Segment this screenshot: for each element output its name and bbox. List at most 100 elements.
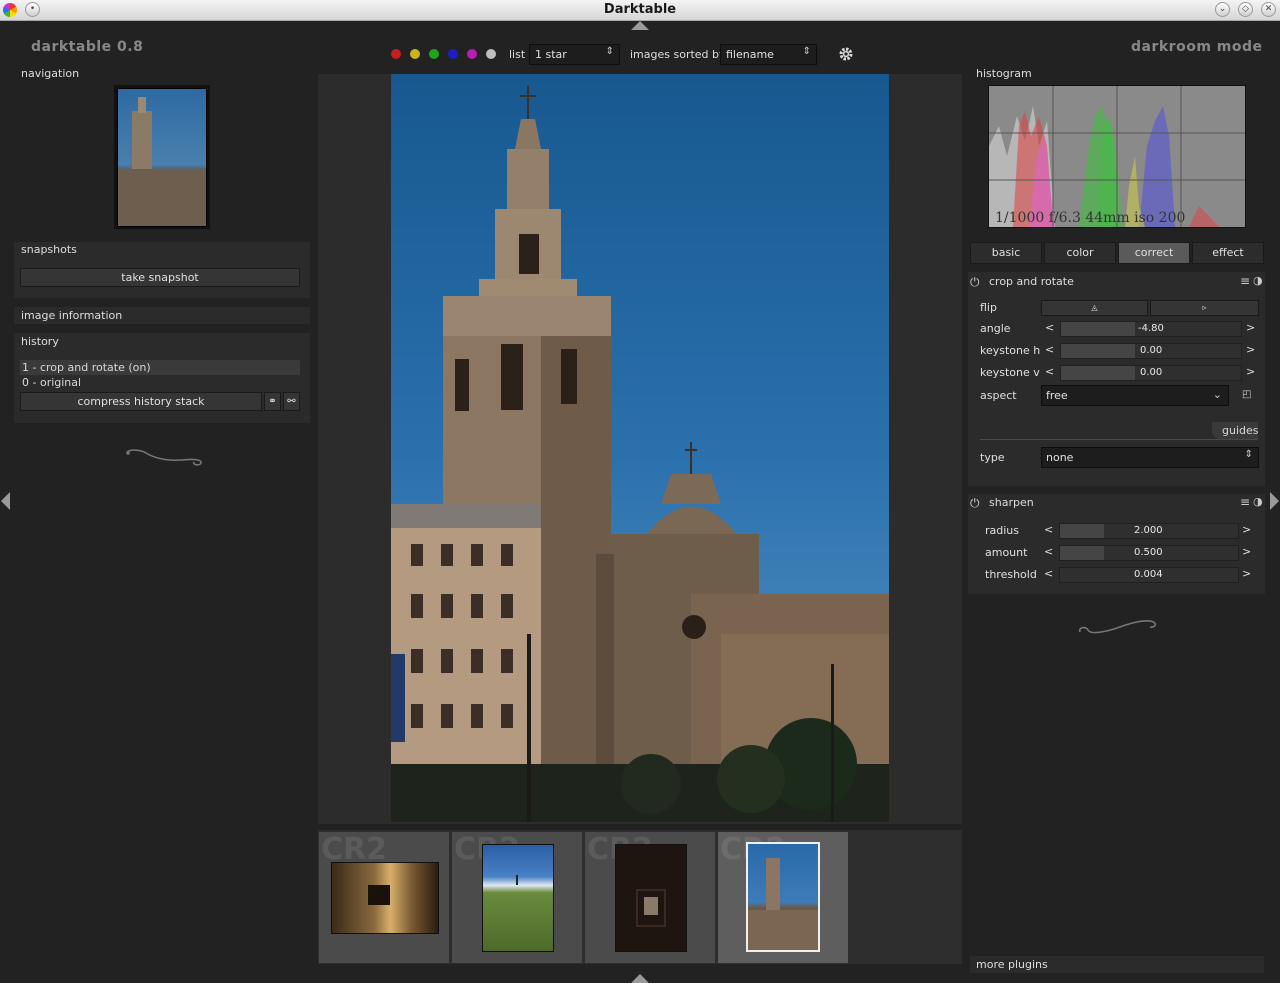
decrease-icon[interactable]: < <box>1045 343 1054 356</box>
presets-icon[interactable]: ≡ <box>1240 274 1250 288</box>
filmstrip-thumbnail[interactable]: CR2 <box>319 832 449 963</box>
decrease-icon[interactable]: < <box>1044 545 1053 558</box>
tab-effect[interactable]: effect <box>1192 242 1264 264</box>
tab-color[interactable]: color <box>1044 242 1116 264</box>
window-title: Darktable <box>603 2 677 17</box>
reset-icon[interactable]: ◑ <box>1253 274 1263 287</box>
history-item[interactable]: 1 - crop and rotate (on) <box>20 360 300 375</box>
list-label: list <box>509 48 526 61</box>
flip-label: flip <box>980 301 997 314</box>
top-panel-toggle-icon[interactable] <box>631 21 649 30</box>
threshold-value: 0.004 <box>1134 569 1163 580</box>
amount-value: 0.500 <box>1134 547 1163 558</box>
bottom-panel-toggle-icon[interactable] <box>631 974 649 983</box>
color-label-yellow[interactable] <box>410 49 420 59</box>
color-label-blue[interactable] <box>448 49 458 59</box>
main-photo[interactable] <box>391 74 889 822</box>
navigation-title: navigation <box>21 67 80 80</box>
increase-icon[interactable]: > <box>1246 321 1255 334</box>
swap-orientation-icon[interactable]: ◰ <box>1242 389 1251 400</box>
panel-end-ornament-icon <box>1076 614 1158 638</box>
amount-label: amount <box>985 546 1028 559</box>
exif-info: 1/1000 f/6.3 44mm iso 200 <box>995 210 1186 226</box>
list-filter-select[interactable]: 1 star ⇕ <box>529 44 620 65</box>
create-style-icon[interactable]: ⚭ <box>264 392 281 411</box>
history-title: history <box>21 335 59 348</box>
sharpen-title[interactable]: sharpen <box>989 496 1034 509</box>
threshold-label: threshold <box>985 568 1037 581</box>
tab-correct[interactable]: correct <box>1118 242 1190 264</box>
guide-type-select[interactable]: none ⇕ <box>1041 447 1259 468</box>
guides-label: guides <box>1222 424 1259 437</box>
close-icon[interactable]: ✕ <box>1261 2 1276 17</box>
color-label-magenta[interactable] <box>467 49 477 59</box>
increase-icon[interactable]: > <box>1242 567 1251 580</box>
tab-basic[interactable]: basic <box>970 242 1042 264</box>
left-panel-toggle-icon[interactable] <box>1 492 10 510</box>
radius-label: radius <box>985 524 1020 537</box>
increase-icon[interactable]: > <box>1246 365 1255 378</box>
reset-icon[interactable]: ◑ <box>1253 495 1263 508</box>
decrease-icon[interactable]: < <box>1045 321 1054 334</box>
increase-icon[interactable]: > <box>1242 545 1251 558</box>
snapshots-title: snapshots <box>21 243 77 256</box>
sorted-by-label: images sorted by <box>630 48 726 61</box>
angle-value: -4.80 <box>1138 323 1164 334</box>
history-item-label: 1 - crop and rotate (on) <box>22 361 151 374</box>
updown-icon: ⇕ <box>1244 449 1253 460</box>
list-filter-value: 1 star <box>535 48 567 61</box>
type-label: type <box>980 451 1005 464</box>
more-plugins-label[interactable]: more plugins <box>976 958 1048 971</box>
decrease-icon[interactable]: < <box>1045 365 1054 378</box>
right-panel-toggle-icon[interactable] <box>1270 492 1279 510</box>
history-item-label: 0 - original <box>22 376 82 389</box>
window-title-bar: • Darktable ⌄ ◇ ✕ <box>0 0 1280 21</box>
minimize-icon[interactable]: ⌄ <box>1215 2 1230 17</box>
take-snapshot-button[interactable]: take snapshot <box>20 268 300 287</box>
flip-horizontal-icon[interactable]: ◬ <box>1041 300 1148 316</box>
guide-type-value: none <box>1046 451 1074 464</box>
histogram[interactable]: 1/1000 f/6.3 44mm iso 200 <box>988 85 1246 228</box>
increase-icon[interactable]: > <box>1246 343 1255 356</box>
gear-icon[interactable] <box>838 46 854 62</box>
color-label-gray[interactable] <box>486 49 496 59</box>
presets-icon[interactable]: ≡ <box>1240 495 1250 509</box>
decrease-icon[interactable]: < <box>1044 523 1053 536</box>
sort-value: filename <box>726 48 774 61</box>
keystone-v-value: 0.00 <box>1140 367 1163 378</box>
compress-history-button[interactable]: compress history stack <box>20 392 262 411</box>
aspect-label: aspect <box>980 389 1017 402</box>
navigation-thumbnail[interactable] <box>114 85 210 229</box>
decrease-icon[interactable]: < <box>1044 567 1053 580</box>
apply-style-icon[interactable]: ⚯ <box>283 392 300 411</box>
crop-rotate-title[interactable]: crop and rotate <box>989 275 1074 288</box>
history-item[interactable]: 0 - original <box>20 376 300 391</box>
keystone-h-value: 0.00 <box>1140 345 1163 356</box>
color-label-green[interactable] <box>429 49 439 59</box>
sort-select[interactable]: filename ⇕ <box>720 44 817 65</box>
app-version-label: darktable 0.8 <box>31 39 144 55</box>
color-label-red[interactable] <box>391 49 401 59</box>
mode-label: darkroom mode <box>1131 39 1263 55</box>
radius-value: 2.000 <box>1134 525 1163 536</box>
flip-vertical-icon[interactable]: ▹ <box>1150 300 1259 316</box>
filmstrip-thumbnail-selected[interactable]: CR2 <box>718 832 848 963</box>
filmstrip-thumbnail[interactable]: CR2 <box>452 832 582 963</box>
histogram-title: histogram <box>976 67 1032 80</box>
filmstrip-thumbnail[interactable]: CR2 <box>585 832 715 963</box>
keystone-v-label: keystone v <box>980 366 1040 379</box>
image-information-title[interactable]: image information <box>21 309 122 322</box>
keystone-h-label: keystone h <box>980 344 1041 357</box>
divider <box>980 439 1258 440</box>
updown-icon: ⇕ <box>605 46 614 57</box>
increase-icon[interactable]: > <box>1242 523 1251 536</box>
maximize-icon[interactable]: ◇ <box>1238 2 1253 17</box>
angle-label: angle <box>980 322 1011 335</box>
guides-toggle[interactable]: guides <box>1212 422 1259 439</box>
updown-icon: ⇕ <box>802 46 811 57</box>
power-icon[interactable]: ⏻ <box>970 275 980 290</box>
power-icon[interactable]: ⏻ <box>970 496 980 511</box>
chevron-down-icon: ⌄ <box>1212 388 1222 401</box>
panel-end-ornament-icon <box>122 446 204 468</box>
aspect-select[interactable]: free ⌄ <box>1041 385 1229 406</box>
